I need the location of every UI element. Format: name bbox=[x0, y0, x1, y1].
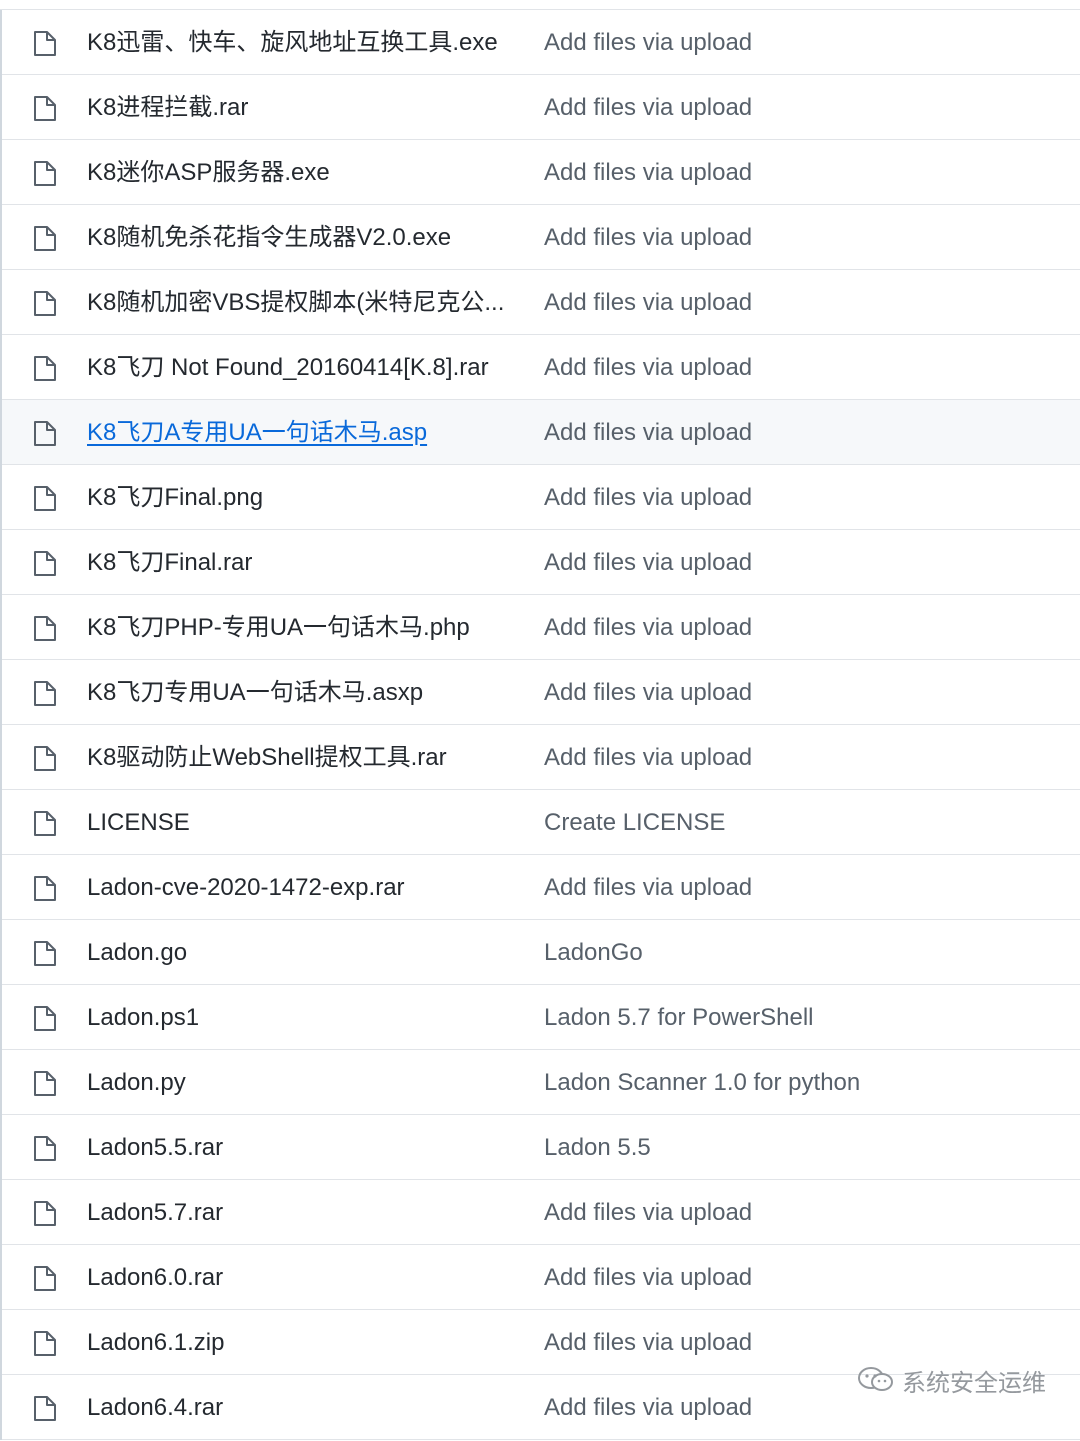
file-name-link[interactable]: K8随机加密VBS提权脚本(米特尼克公... bbox=[87, 270, 519, 334]
file-row[interactable]: K8飞刀 Not Found_20160414[K.8].rar Add file… bbox=[2, 335, 1080, 400]
file-row[interactable]: Ladon5.7.rar Add files via upload bbox=[2, 1180, 1080, 1245]
file-icon bbox=[33, 1330, 57, 1357]
commit-message-link[interactable]: Ladon 5.7 for PowerShell bbox=[544, 985, 814, 1049]
file-icon bbox=[33, 1200, 57, 1227]
commit-message-link[interactable]: Add files via upload bbox=[544, 1180, 752, 1244]
watermark-text: 系统安全运维 bbox=[902, 1369, 1046, 1397]
watermark: 系统安全运维 bbox=[856, 1362, 1046, 1398]
file-name-link[interactable]: Ladon-cve-2020-1472-exp.rar bbox=[87, 855, 519, 919]
file-icon bbox=[33, 1265, 57, 1292]
file-row[interactable]: Ladon.py Ladon Scanner 1.0 for python bbox=[2, 1050, 1080, 1115]
file-row[interactable]: K8飞刀Final.png Add files via upload bbox=[2, 465, 1080, 530]
file-row[interactable]: Ladon.ps1 Ladon 5.7 for PowerShell bbox=[2, 985, 1080, 1050]
file-row[interactable]: K8飞刀A专用UA一句话木马.asp Add files via upload bbox=[2, 400, 1080, 465]
file-name-link[interactable]: K8飞刀Final.rar bbox=[87, 530, 519, 594]
file-icon bbox=[33, 745, 57, 772]
file-name-link[interactable]: Ladon.py bbox=[87, 1050, 519, 1114]
file-row[interactable]: K8驱动防止WebShell提权工具.rar Add files via uplo… bbox=[2, 725, 1080, 790]
file-name-link[interactable]: K8飞刀专用UA一句话木马.asxp bbox=[87, 660, 519, 724]
file-row[interactable]: K8迷你ASP服务器.exe Add files via upload bbox=[2, 140, 1080, 205]
file-icon bbox=[33, 160, 57, 187]
file-icon bbox=[33, 225, 57, 252]
commit-message-link[interactable]: Add files via upload bbox=[544, 1310, 752, 1374]
file-icon bbox=[33, 290, 57, 317]
file-icon bbox=[33, 810, 57, 837]
file-icon bbox=[33, 550, 57, 577]
commit-message-link[interactable]: Add files via upload bbox=[544, 75, 752, 139]
commit-message-link[interactable]: Add files via upload bbox=[544, 1245, 752, 1309]
file-icon bbox=[33, 940, 57, 967]
commit-message-link[interactable]: Add files via upload bbox=[544, 855, 752, 919]
commit-message-link[interactable]: Create LICENSE bbox=[544, 790, 725, 854]
commit-message-link[interactable]: Add files via upload bbox=[544, 530, 752, 594]
file-name-link[interactable]: Ladon6.4.rar bbox=[87, 1375, 519, 1439]
file-name-link[interactable]: Ladon6.0.rar bbox=[87, 1245, 519, 1309]
file-icon bbox=[33, 1395, 57, 1422]
file-name-link[interactable]: Ladon.ps1 bbox=[87, 985, 519, 1049]
file-row[interactable]: Ladon.go LadonGo bbox=[2, 920, 1080, 985]
file-row[interactable]: K8飞刀PHP-专用UA一句话木马.php Add files via uploa… bbox=[2, 595, 1080, 660]
file-name-link[interactable]: K8飞刀 Not Found_20160414[K.8].rar bbox=[87, 335, 519, 399]
file-row[interactable]: K8随机免杀花指令生成器V2.0.exe Add files via upload bbox=[2, 205, 1080, 270]
file-name-link[interactable]: K8迷你ASP服务器.exe bbox=[87, 140, 519, 204]
file-icon bbox=[33, 680, 57, 707]
commit-message-link[interactable]: Add files via upload bbox=[544, 465, 752, 529]
commit-message-link[interactable]: Add files via upload bbox=[544, 270, 752, 334]
commit-message-link[interactable]: Add files via upload bbox=[544, 205, 752, 269]
file-icon bbox=[33, 355, 57, 382]
file-row[interactable]: K8进程拦截.rar Add files via upload bbox=[2, 75, 1080, 140]
commit-message-link[interactable]: Add files via upload bbox=[544, 725, 752, 789]
file-row[interactable]: K8飞刀专用UA一句话木马.asxp Add files via upload bbox=[2, 660, 1080, 725]
file-name-link[interactable]: K8驱动防止WebShell提权工具.rar bbox=[87, 725, 519, 789]
file-row[interactable]: Ladon5.5.rar Ladon 5.5 bbox=[2, 1115, 1080, 1180]
file-icon bbox=[33, 1070, 57, 1097]
file-name-link[interactable]: K8飞刀PHP-专用UA一句话木马.php bbox=[87, 595, 519, 659]
file-row[interactable]: LICENSE Create LICENSE bbox=[2, 790, 1080, 855]
commit-message-link[interactable]: Add files via upload bbox=[544, 140, 752, 204]
file-icon bbox=[33, 875, 57, 902]
file-name-link[interactable]: Ladon6.1.zip bbox=[87, 1310, 519, 1374]
file-name-link[interactable]: Ladon5.5.rar bbox=[87, 1115, 519, 1179]
file-icon bbox=[33, 420, 57, 447]
file-icon bbox=[33, 30, 57, 57]
commit-message-link[interactable]: Add files via upload bbox=[544, 595, 752, 659]
commit-message-link[interactable]: Add files via upload bbox=[544, 1375, 752, 1439]
commit-message-link[interactable]: Ladon Scanner 1.0 for python bbox=[544, 1050, 860, 1114]
file-row[interactable]: Ladon6.0.rar Add files via upload bbox=[2, 1245, 1080, 1310]
commit-message-link[interactable]: Add files via upload bbox=[544, 400, 752, 464]
file-name-link[interactable]: Ladon5.7.rar bbox=[87, 1180, 519, 1244]
commit-message-link[interactable]: Add files via upload bbox=[544, 660, 752, 724]
file-icon bbox=[33, 1135, 57, 1162]
file-icon bbox=[33, 485, 57, 512]
file-name-link[interactable]: K8迅雷、快车、旋风地址互换工具.exe bbox=[87, 10, 519, 74]
file-row[interactable]: K8迅雷、快车、旋风地址互换工具.exe Add files via upload bbox=[2, 10, 1080, 75]
file-name-link[interactable]: K8进程拦截.rar bbox=[87, 75, 519, 139]
commit-message-link[interactable]: Add files via upload bbox=[544, 10, 752, 74]
file-row[interactable]: K8飞刀Final.rar Add files via upload bbox=[2, 530, 1080, 595]
file-name-link[interactable]: K8飞刀Final.png bbox=[87, 465, 519, 529]
file-icon bbox=[33, 1005, 57, 1032]
file-name-link[interactable]: Ladon.go bbox=[87, 920, 519, 984]
file-name-link[interactable]: LICENSE bbox=[87, 790, 519, 854]
file-row[interactable]: K8随机加密VBS提权脚本(米特尼克公... Add files via uplo… bbox=[2, 270, 1080, 335]
file-icon bbox=[33, 95, 57, 122]
file-icon bbox=[33, 615, 57, 642]
file-name-link[interactable]: K8随机免杀花指令生成器V2.0.exe bbox=[87, 205, 519, 269]
commit-message-link[interactable]: Add files via upload bbox=[544, 335, 752, 399]
file-row[interactable]: Ladon-cve-2020-1472-exp.rar Add files via… bbox=[2, 855, 1080, 920]
commit-message-link[interactable]: Ladon 5.5 bbox=[544, 1115, 651, 1179]
wechat-icon bbox=[856, 1365, 896, 1395]
commit-message-link[interactable]: LadonGo bbox=[544, 920, 643, 984]
file-list: K8迅雷、快车、旋风地址互换工具.exe Add files via upload… bbox=[0, 9, 1080, 1440]
file-name-link[interactable]: K8飞刀A专用UA一句话木马.asp bbox=[87, 400, 519, 464]
